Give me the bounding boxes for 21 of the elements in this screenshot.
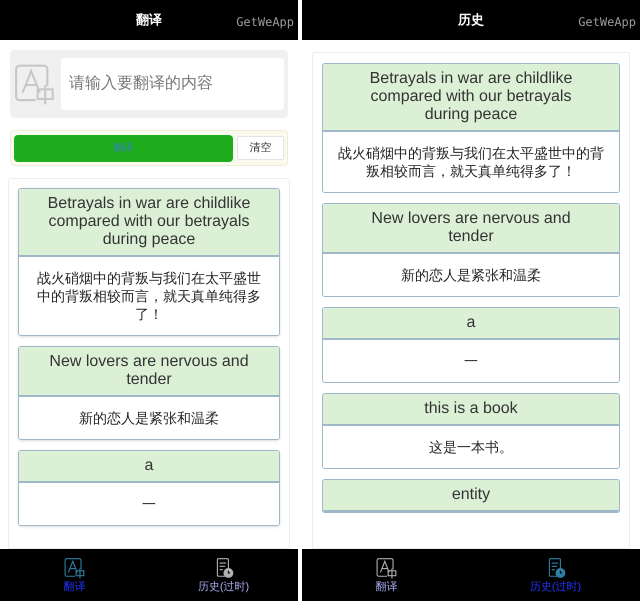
source-text: Betrayals in war are childlike compared with our betrayals during peace [19,189,279,257]
brand-label: GetWeApp [578,14,636,31]
source-text: a [323,308,619,340]
source-text: entity [323,480,619,512]
translation-text: 新的恋人是紧张和温柔 [19,397,279,439]
translation-text: 战火硝烟中的背叛与我们在太平盛世中的背叛相较而言，就天真单纯得多了！ [19,257,279,335]
translate-icon [376,556,398,580]
tab[interactable]: 翻译 [302,549,471,601]
translate-icon [64,556,86,580]
input-field[interactable]: 请输入要翻译的内容 [61,58,284,110]
window-title: 翻译 [136,11,162,30]
source-text: Betrayals in war are childlike compared with our betrayals during peace [323,64,619,132]
source-text: a [19,451,279,483]
brand-label: GetWeApp [236,14,294,31]
tab[interactable]: 历史(过时) [149,549,298,601]
source-text: this is a book [323,394,619,426]
source-text: New lovers are nervous and tender [323,204,619,254]
window-title: 历史 [458,11,484,30]
translation-text: 一 [19,483,279,525]
clear-button[interactable]: 清空 [237,136,284,160]
source-text: New lovers are nervous and tender [19,347,279,397]
